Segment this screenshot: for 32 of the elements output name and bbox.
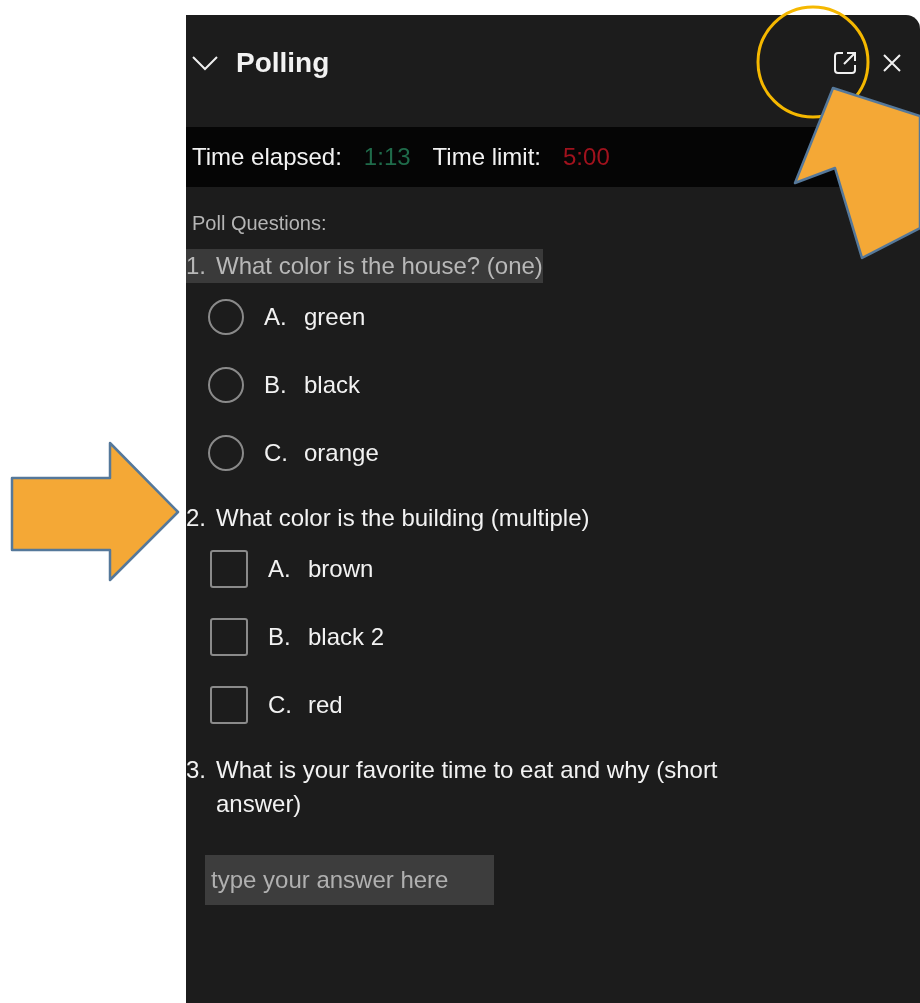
limit-label: Time limit: [432,143,541,171]
question-text: What is your favorite time to eat and why (short answer) [216,755,719,819]
option-letter: B. [268,623,292,651]
chevron-down-icon[interactable] [192,54,218,71]
radio-button[interactable] [208,367,244,403]
elapsed-label: Time elapsed: [192,143,342,171]
time-limit: 5:00 [563,143,610,171]
option-label: brown [308,555,374,583]
radio-button[interactable] [208,435,244,471]
checkbox[interactable] [210,686,248,724]
option-label: black 2 [308,623,385,651]
question-number: 3. [186,755,207,785]
option-label: green [304,303,366,331]
option-letter: C. [264,439,289,467]
option-letter: A. [264,303,288,331]
elapsed-time: 1:13 [363,143,411,171]
option-letter: C. [268,691,293,719]
section-label: Poll Questions: [191,211,328,235]
radio-button[interactable] [208,299,244,335]
option-label: orange [304,439,379,467]
answer-field[interactable]: type your answer here [205,855,494,905]
question-text: What color is the building (multiple) [216,503,590,533]
option-label: black [304,371,361,399]
option-label: red [308,691,343,719]
question-number: 2. [186,503,207,533]
option-letter: A. [268,555,292,583]
question-number: 1. [186,251,207,281]
panel-title: Polling [236,46,331,79]
option-letter: B. [264,371,288,399]
question-text: What color is the house? (one) [216,251,543,281]
checkbox[interactable] [210,618,248,656]
checkbox[interactable] [210,550,248,588]
